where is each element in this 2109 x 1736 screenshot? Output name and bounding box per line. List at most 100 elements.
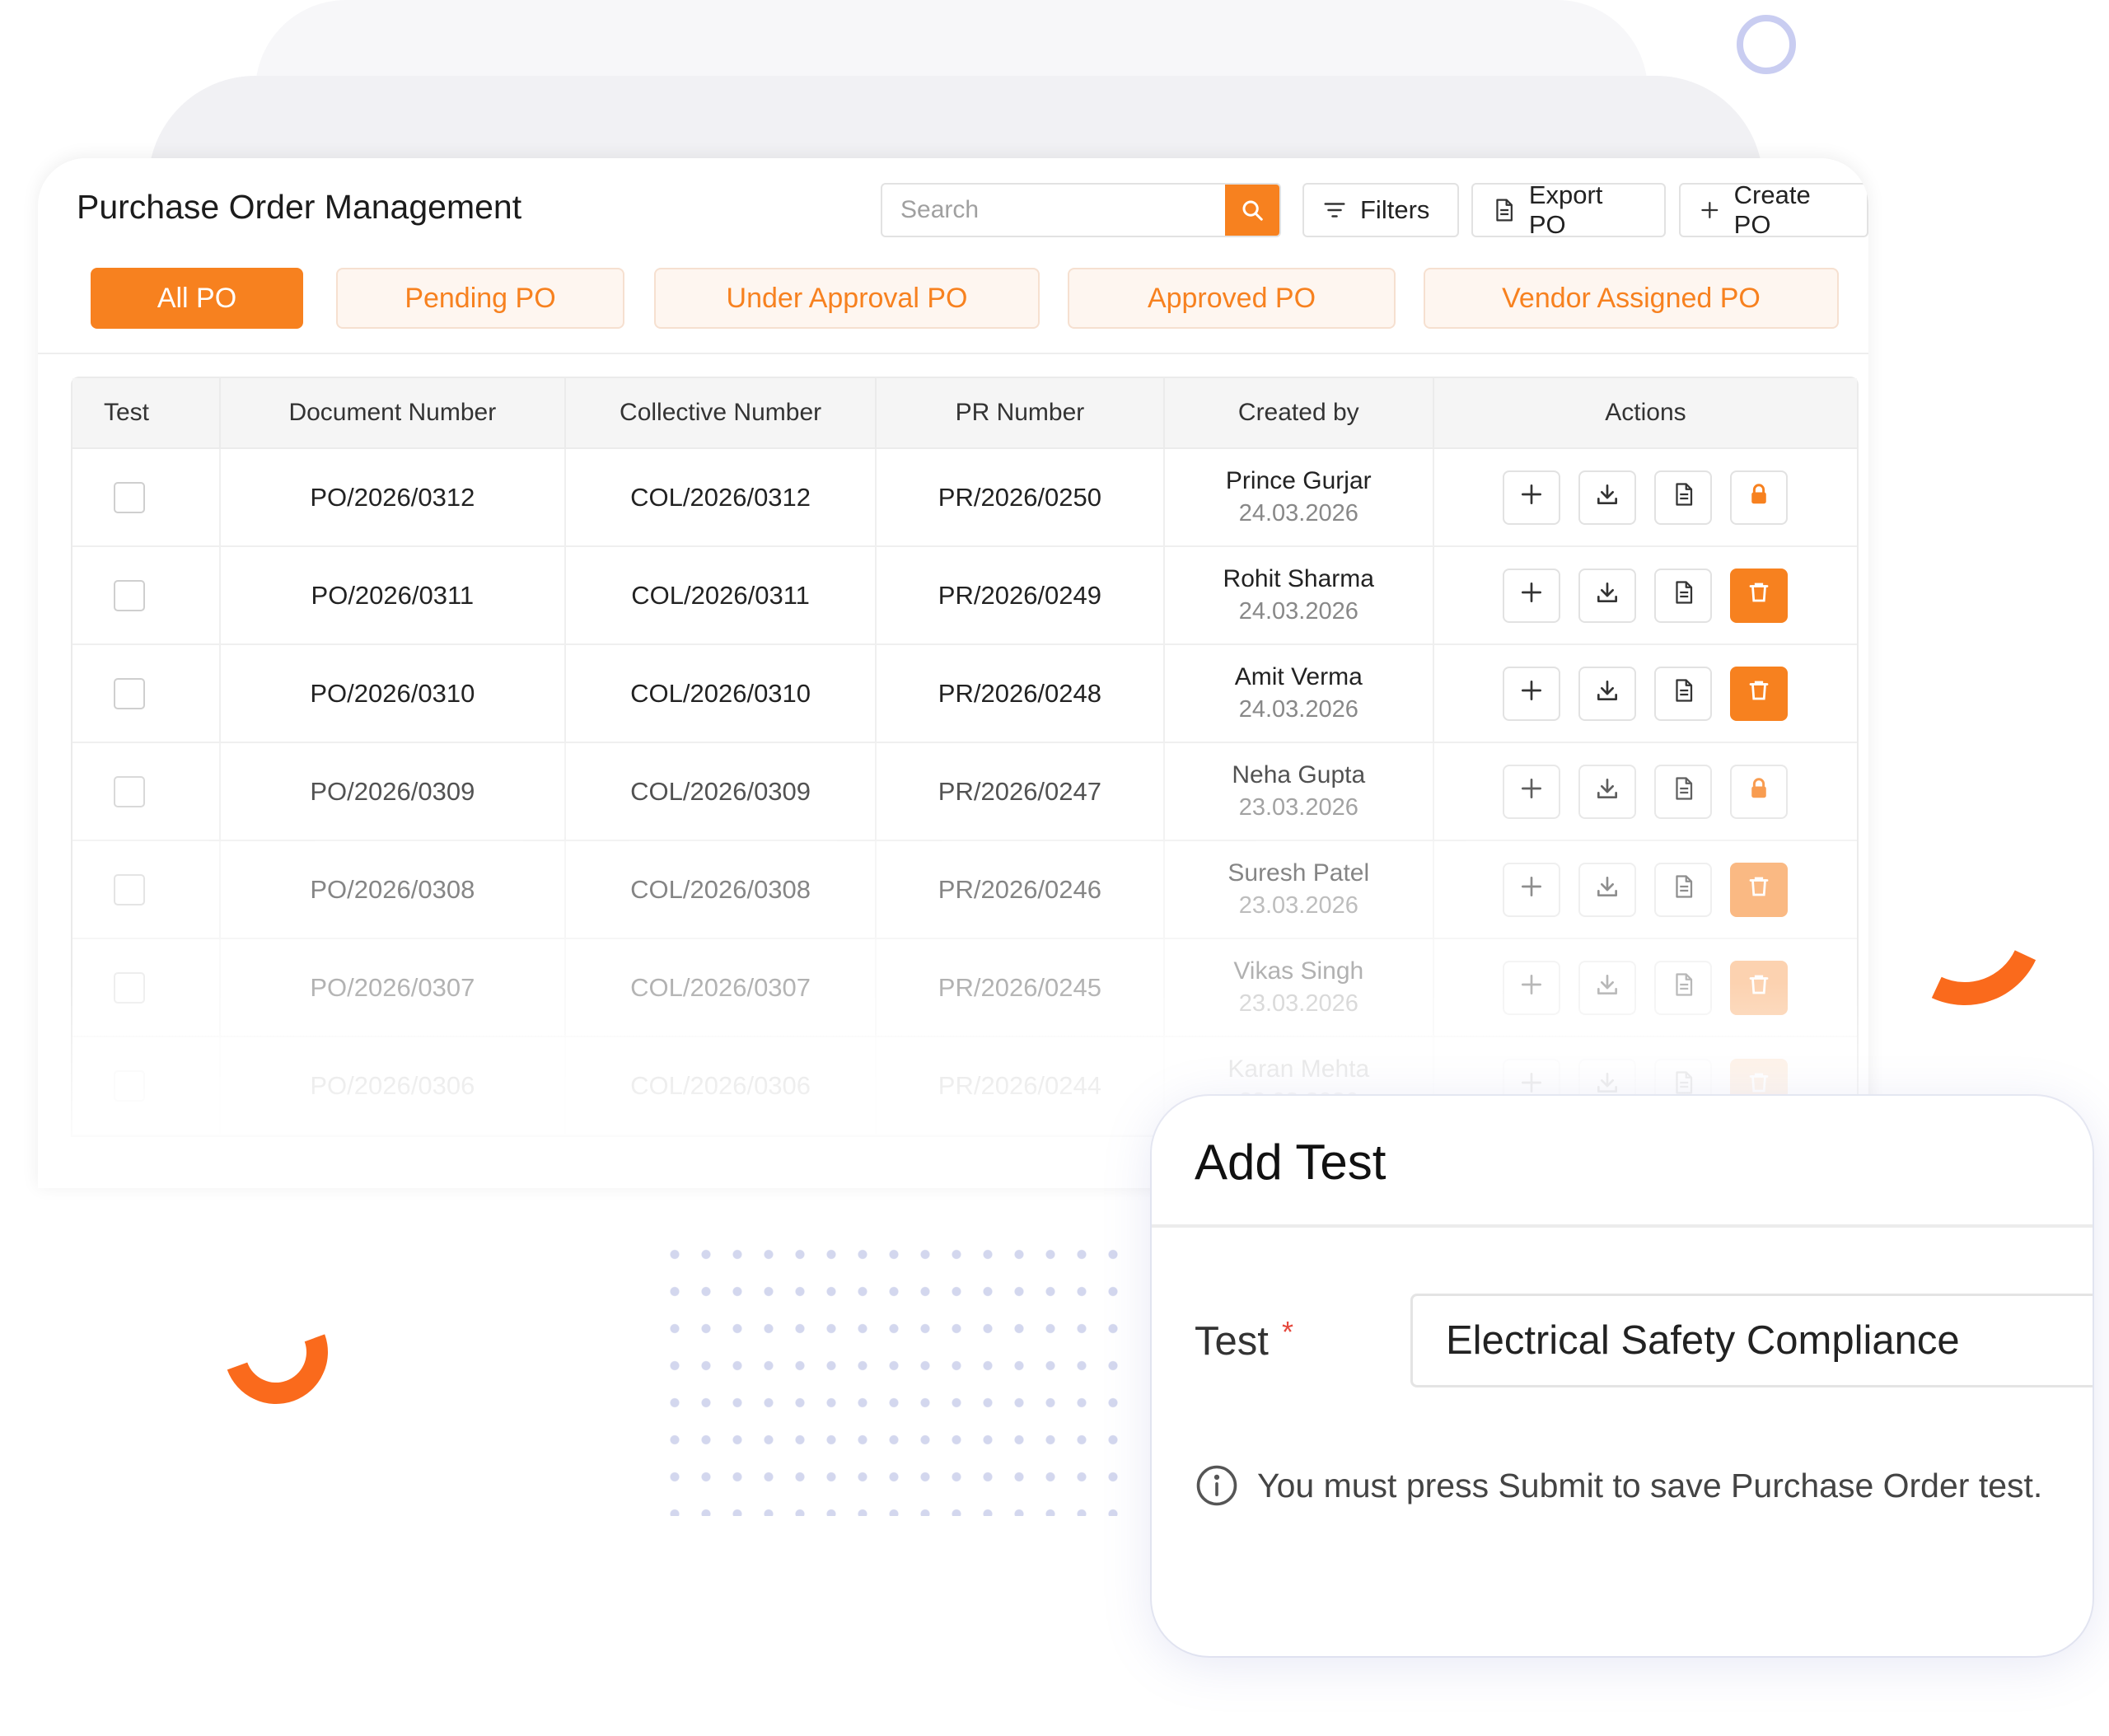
export-po-button[interactable]: Export PO: [1471, 180, 1666, 239]
add-button[interactable]: [1503, 666, 1561, 721]
pr-number-cell: PR/2026/0249: [877, 547, 1165, 643]
created-date: 23.03.2026: [1238, 794, 1358, 821]
add-button[interactable]: [1503, 862, 1561, 917]
row-select-cell: [72, 1037, 221, 1134]
document-number-cell: PO/2026/0308: [221, 841, 566, 938]
tab-vendor-assigned-po[interactable]: Vendor Assigned PO: [1424, 268, 1839, 329]
info-text: You must press Submit to save Purchase O…: [1257, 1466, 2043, 1504]
modal-header: Add Test: [1152, 1096, 2093, 1228]
collective-number-cell: COL/2026/0307: [566, 939, 877, 1036]
filters-label: Filters: [1360, 195, 1430, 224]
pr-number-cell: PR/2026/0244: [877, 1037, 1165, 1134]
collective-number-cell: COL/2026/0312: [566, 449, 877, 545]
document-icon: [1671, 776, 1695, 807]
search-button[interactable]: [1225, 185, 1279, 236]
tab-approved-po[interactable]: Approved PO: [1068, 268, 1396, 329]
document-number-cell: PO/2026/0311: [221, 547, 566, 643]
view-document-button[interactable]: [1654, 568, 1713, 623]
download-button[interactable]: [1578, 666, 1637, 721]
table-row: PO/2026/0309 COL/2026/0309 PR/2026/0247 Neh…: [72, 743, 1857, 841]
view-document-button[interactable]: [1654, 960, 1713, 1015]
download-icon: [1594, 481, 1620, 514]
delete-button[interactable]: [1730, 666, 1789, 721]
column-header-actions: Actions: [1605, 399, 1686, 426]
row-checkbox[interactable]: [114, 971, 145, 1004]
row-checkbox[interactable]: [114, 775, 145, 807]
page-title: Purchase Order Management: [77, 188, 522, 226]
view-document-button[interactable]: [1654, 764, 1713, 819]
document-number-cell: PO/2026/0310: [221, 645, 566, 742]
tab-all-po[interactable]: All PO: [91, 268, 303, 329]
plus-icon: [1518, 481, 1545, 514]
download-button[interactable]: [1578, 568, 1637, 623]
row-checkbox[interactable]: [114, 481, 145, 513]
download-button[interactable]: [1578, 470, 1637, 525]
row-select-cell: [72, 743, 221, 840]
decor-arc-left: [207, 1283, 345, 1421]
row-checkbox[interactable]: [114, 1069, 145, 1102]
info-message: You must press Submit to save Purchase O…: [1195, 1463, 2042, 1508]
delete-button[interactable]: [1730, 960, 1789, 1015]
actions-cell: [1434, 743, 1857, 840]
row-checkbox[interactable]: [114, 579, 145, 611]
row-select-cell: [72, 547, 221, 643]
tab-under-approval-po[interactable]: Under Approval PO: [654, 268, 1040, 329]
pr-number-cell: PR/2026/0246: [877, 841, 1165, 938]
modal-title: Add Test: [1195, 1135, 1387, 1190]
collective-number-cell: COL/2026/0310: [566, 645, 877, 742]
document-icon: [1671, 482, 1695, 513]
table-row: PO/2026/0307 COL/2026/0307 PR/2026/0245 Vik…: [72, 939, 1857, 1037]
column-header-pr-number: PR Number: [877, 378, 1165, 447]
search-input[interactable]: [882, 185, 1227, 236]
filter-icon: [1324, 203, 1345, 218]
view-document-button[interactable]: [1654, 862, 1713, 917]
column-header-created-by: Created by: [1165, 378, 1434, 447]
lock-icon: [1747, 776, 1771, 807]
search-box: [881, 183, 1281, 237]
created-by-cell: Suresh Patel 23.03.2026: [1165, 841, 1434, 938]
decor-ring: [1737, 15, 1796, 74]
po-management-card: Purchase Order Management Filters Export…: [38, 158, 1868, 1188]
download-button[interactable]: [1578, 764, 1637, 819]
tab-pending-po[interactable]: Pending PO: [336, 268, 624, 329]
test-input[interactable]: Electrical Safety Compliance: [1410, 1294, 2093, 1387]
add-button[interactable]: [1503, 568, 1561, 623]
header-divider: [38, 353, 1868, 354]
created-date: 24.03.2026: [1238, 696, 1358, 723]
test-field-label: Test: [1195, 1319, 1269, 1364]
created-by-cell: Amit Verma 24.03.2026: [1165, 645, 1434, 742]
trash-icon: [1747, 678, 1771, 709]
actions-cell: [1434, 645, 1857, 742]
lock-button[interactable]: [1730, 764, 1789, 819]
create-po-button[interactable]: Create PO: [1679, 180, 1868, 239]
table-row: PO/2026/0311 COL/2026/0311 PR/2026/0249 Roh…: [72, 547, 1857, 645]
lock-button[interactable]: [1730, 470, 1789, 525]
pr-number-cell: PR/2026/0248: [877, 645, 1165, 742]
filters-button[interactable]: Filters: [1302, 183, 1459, 237]
add-button[interactable]: [1503, 960, 1561, 1015]
download-button[interactable]: [1578, 960, 1637, 1015]
delete-button[interactable]: [1730, 862, 1789, 917]
table-row: PO/2026/0308 COL/2026/0308 PR/2026/0246 Sur…: [72, 841, 1857, 939]
download-button[interactable]: [1578, 862, 1637, 917]
row-checkbox[interactable]: [114, 873, 145, 905]
document-icon: [1496, 199, 1513, 222]
row-checkbox[interactable]: [114, 677, 145, 709]
pr-number-cell: PR/2026/0250: [877, 449, 1165, 545]
add-button[interactable]: [1503, 764, 1561, 819]
table-body: PO/2026/0312 COL/2026/0312 PR/2026/0250 Pri…: [72, 449, 1857, 1135]
actions-cell: [1434, 547, 1857, 643]
decor-dot-grid: [659, 1236, 1137, 1516]
view-document-button[interactable]: [1654, 470, 1713, 525]
creator-name: Karan Mehta: [1228, 1055, 1370, 1083]
view-document-button[interactable]: [1654, 666, 1713, 721]
actions-cell: [1434, 939, 1857, 1036]
table-row: PO/2026/0312 COL/2026/0312 PR/2026/0250 Pri…: [72, 449, 1857, 547]
pr-number-cell: PR/2026/0247: [877, 743, 1165, 840]
delete-button[interactable]: [1730, 568, 1789, 623]
download-icon: [1594, 873, 1620, 906]
actions-cell: [1434, 449, 1857, 545]
add-test-modal: Add Test Test * Electrical Safety Compli…: [1152, 1096, 2093, 1656]
collective-number-cell: COL/2026/0309: [566, 743, 877, 840]
add-button[interactable]: [1503, 470, 1561, 525]
